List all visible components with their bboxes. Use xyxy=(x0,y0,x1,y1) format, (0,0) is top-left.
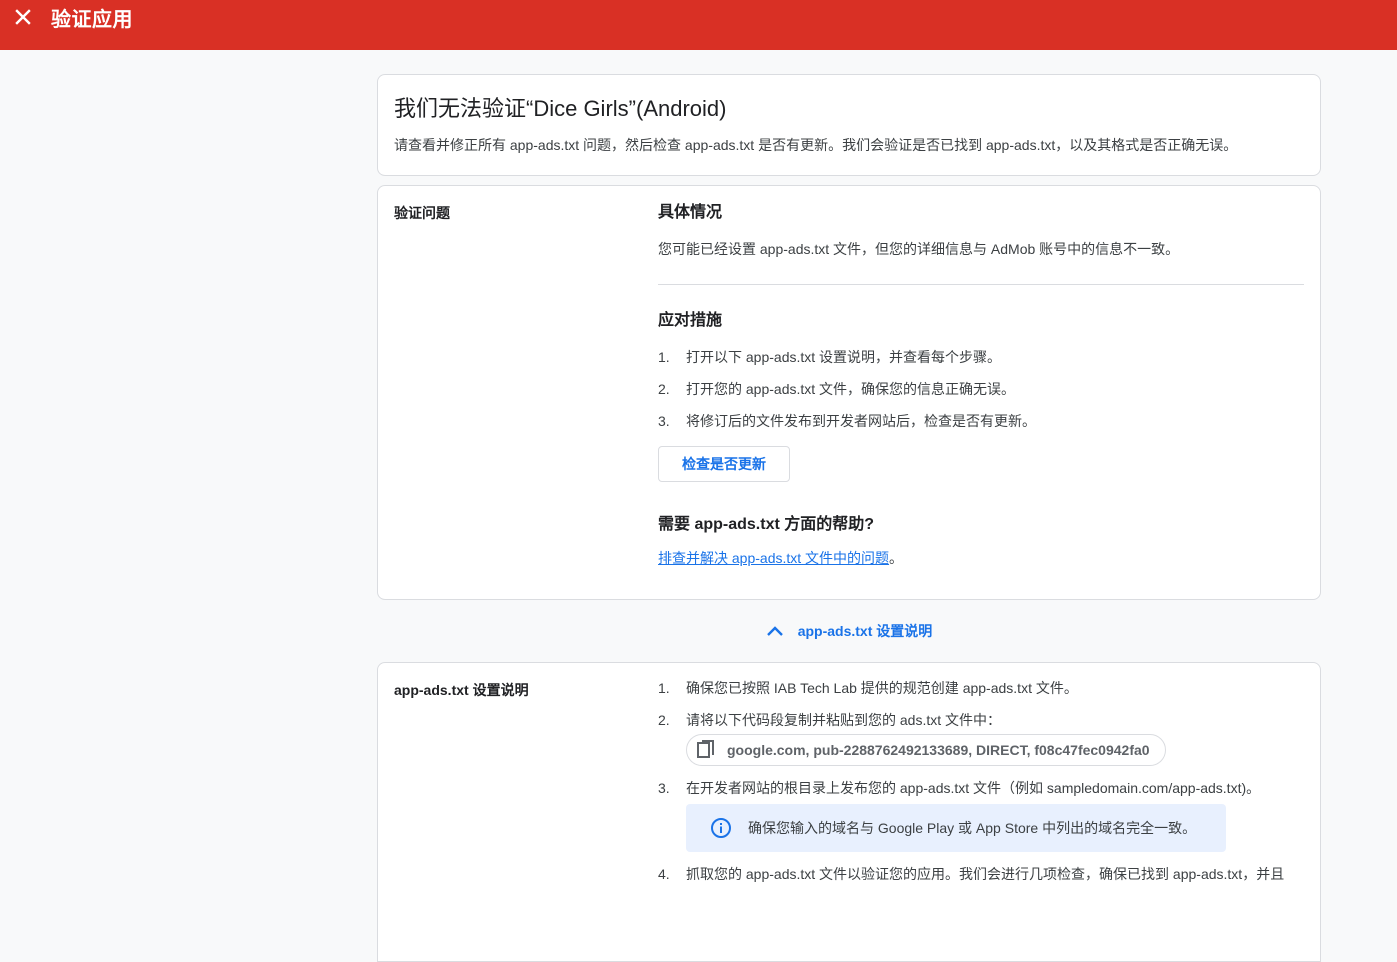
details-title: 具体情况 xyxy=(658,204,723,221)
copy-icon[interactable] xyxy=(697,740,715,760)
list-item: 3. 在开发者网站的根目录上发布您的 app-ads.txt 文件（例如 sam… xyxy=(658,778,1304,804)
info-callout-row: 确保您输入的域名与 Google Play 或 App Store 中列出的域名… xyxy=(686,804,1304,852)
step-text: 打开以下 app-ads.txt 设置说明，并查看每个步骤。 xyxy=(686,349,1002,365)
list-item: 1. 确保您已按照 IAB Tech Lab 提供的规范创建 app-ads.t… xyxy=(658,678,1304,710)
details-text: 您可能已经设置 app-ads.txt 文件，但您的详细信息与 AdMob 账号… xyxy=(658,241,1180,257)
step-number: 1. xyxy=(658,349,670,365)
headline: 我们无法验证“Dice Girls”(Android) xyxy=(394,96,727,121)
step-text: 将修订后的文件发布到开发者网站后，检查是否有更新。 xyxy=(686,413,1036,429)
code-snippet-chip[interactable]: google.com, pub-2288762492133689, DIRECT… xyxy=(686,734,1166,766)
info-icon xyxy=(710,817,732,839)
setup-instructions-toggle[interactable]: app-ads.txt 设置说明 xyxy=(377,600,1321,662)
close-button[interactable] xyxy=(0,0,46,35)
step-text: 确保您已按照 IAB Tech Lab 提供的规范创建 app-ads.txt … xyxy=(686,680,1078,696)
list-item: 3. 将修订后的文件发布到开发者网站后，检查是否有更新。 xyxy=(658,411,1304,443)
step-number: 3. xyxy=(658,780,670,796)
top-app-bar: 验证应用 xyxy=(0,0,1397,50)
step-text: 打开您的 app-ads.txt 文件，确保您的信息正确无误。 xyxy=(686,381,1016,397)
code-snippet-text: google.com, pub-2288762492133689, DIRECT… xyxy=(727,742,1150,758)
chevron-up-icon xyxy=(766,626,783,636)
verification-header-card: 我们无法验证“Dice Girls”(Android) 请查看并修正所有 app… xyxy=(377,74,1321,176)
code-snippet-row: google.com, pub-2288762492133689, DIRECT… xyxy=(686,734,1304,772)
setup-steps-list-2: 3. 在开发者网站的根目录上发布您的 app-ads.txt 文件（例如 sam… xyxy=(658,778,1304,804)
page-title: 验证应用 xyxy=(51,8,133,31)
list-item: 2. 打开您的 app-ads.txt 文件，确保您的信息正确无误。 xyxy=(658,379,1304,411)
info-callout: 确保您输入的域名与 Google Play 或 App Store 中列出的域名… xyxy=(686,804,1226,852)
help-title: 需要 app-ads.txt 方面的帮助? xyxy=(658,516,875,533)
list-item: 2. 请将以下代码段复制并粘贴到您的 ads.txt 文件中： xyxy=(658,710,1304,734)
setup-steps: 1. 确保您已按照 IAB Tech Lab 提供的规范创建 app-ads.t… xyxy=(658,678,1304,896)
setup-steps-list-3: 4. 抓取您的 app-ads.txt 文件以验证您的应用。我们会进行几项检查，… xyxy=(658,864,1304,896)
step-number: 1. xyxy=(658,680,670,696)
main-content: 我们无法验证“Dice Girls”(Android) 请查看并修正所有 app… xyxy=(377,74,1321,962)
toggle-label: app-ads.txt 设置说明 xyxy=(797,623,933,639)
actions-list: 1. 打开以下 app-ads.txt 设置说明，并查看每个步骤。 2. 打开您… xyxy=(658,347,1304,443)
list-item: 1. 打开以下 app-ads.txt 设置说明，并查看每个步骤。 xyxy=(658,347,1304,379)
issues-label: 验证问题 xyxy=(394,205,450,221)
step-number: 2. xyxy=(658,381,670,397)
step-number: 2. xyxy=(658,712,670,728)
info-text: 确保您输入的域名与 Google Play 或 App Store 中列出的域名… xyxy=(748,820,1197,836)
issues-details: 具体情况 您可能已经设置 app-ads.txt 文件，但您的详细信息与 AdM… xyxy=(658,202,1304,568)
step-text: 请将以下代码段复制并粘贴到您的 ads.txt 文件中： xyxy=(686,712,1002,728)
step-text: 抓取您的 app-ads.txt 文件以验证您的应用。我们会进行几项检查，确保已… xyxy=(686,866,1285,882)
setup-steps-list: 1. 确保您已按照 IAB Tech Lab 提供的规范创建 app-ads.t… xyxy=(658,678,1304,734)
setup-instructions-card: app-ads.txt 设置说明 1. 确保您已按照 IAB Tech Lab … xyxy=(377,662,1321,962)
check-update-button[interactable]: 检查是否更新 xyxy=(658,446,790,482)
troubleshoot-link[interactable]: 排查并解决 app-ads.txt 文件中的问题 xyxy=(658,550,889,566)
actions-title: 应对措施 xyxy=(658,312,723,329)
step-number: 3. xyxy=(658,413,670,429)
close-icon xyxy=(15,9,31,25)
verification-issues-card: 验证问题 具体情况 您可能已经设置 app-ads.txt 文件，但您的详细信息… xyxy=(377,185,1321,600)
help-suffix: 。 xyxy=(889,550,904,566)
step-text: 在开发者网站的根目录上发布您的 app-ads.txt 文件（例如 sample… xyxy=(686,780,1261,796)
step-number: 4. xyxy=(658,866,670,882)
setup-label: app-ads.txt 设置说明 xyxy=(394,682,529,698)
list-item: 4. 抓取您的 app-ads.txt 文件以验证您的应用。我们会进行几项检查，… xyxy=(658,864,1304,896)
header-description: 请查看并修正所有 app-ads.txt 问题，然后检查 app-ads.txt… xyxy=(394,137,1238,153)
help-line: 排查并解决 app-ads.txt 文件中的问题。 xyxy=(658,548,1304,568)
divider xyxy=(658,284,1304,285)
